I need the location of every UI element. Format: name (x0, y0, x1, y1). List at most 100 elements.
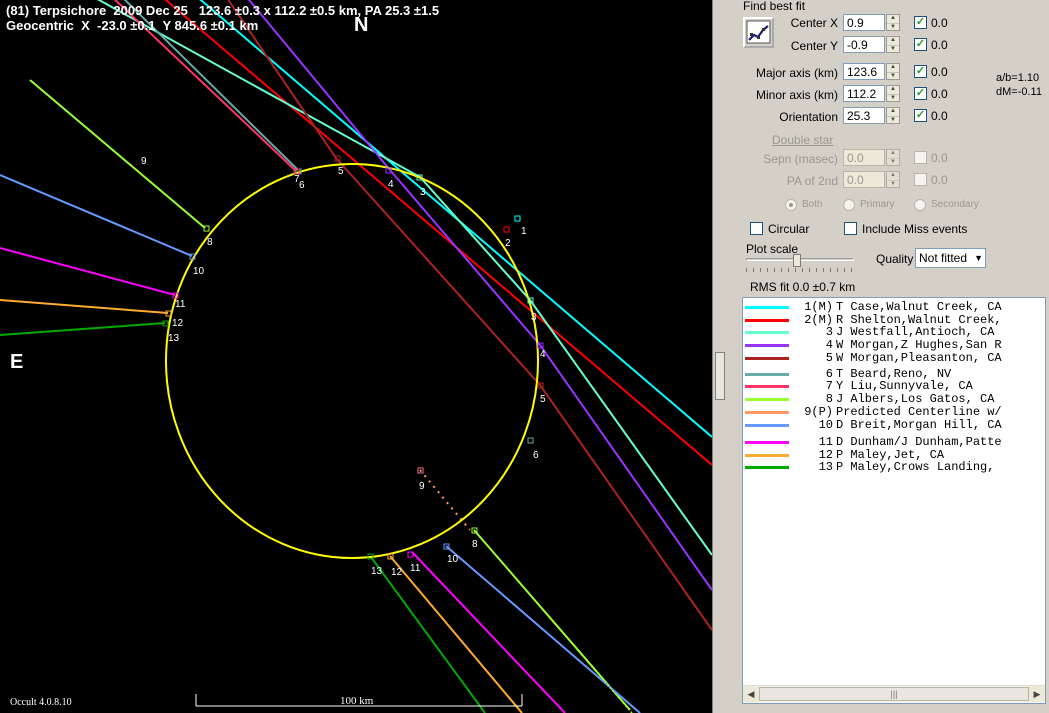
chord-marker-label: 6 (299, 180, 305, 191)
center-x-checkbox[interactable]: ✓ (914, 16, 927, 29)
center-x-input[interactable]: 0.9 (843, 14, 885, 31)
orientation-uncertainty: 0.0 (931, 109, 948, 123)
chord-marker (527, 437, 534, 444)
observer-number: 10 (818, 418, 833, 432)
major-axis-input[interactable]: 123.6 (843, 63, 885, 80)
center-y-spinner[interactable]: ▲ ▼ (886, 36, 900, 53)
scroll-thumb[interactable]: ||| (759, 687, 1029, 701)
observer-number: 8 (825, 392, 833, 406)
observer-row[interactable]: 10 D Breit,Morgan Hill, CA (743, 418, 1045, 432)
spin-down-icon[interactable]: ▼ (887, 181, 899, 189)
chord-marker-label: 2 (505, 238, 511, 249)
version-label: Occult 4.0.8.10 (10, 697, 72, 708)
observer-row[interactable]: 4W Morgan,Z Hughes,San R (743, 338, 1045, 352)
observer-name: P Maley,Crows Landing, (836, 460, 995, 474)
spin-up-icon[interactable]: ▲ (887, 64, 899, 73)
splitter-grip[interactable] (715, 352, 725, 400)
spin-up-icon[interactable]: ▲ (887, 86, 899, 95)
sepn-input[interactable]: 0.0 (843, 149, 885, 166)
chord-marker-label: 8 (472, 539, 478, 550)
observer-color-swatch (745, 373, 789, 376)
radio-secondary[interactable] (914, 199, 926, 211)
chord-marker-label: 8 (207, 237, 213, 248)
chord-marker-label: 11 (410, 563, 421, 574)
major-axis-spinner[interactable]: ▲ ▼ (886, 63, 900, 80)
plot-title: (81) Terpsichore 2009 Dec 25 123.6 ±0.3 … (6, 3, 440, 18)
observer-row[interactable]: 13 P Maley,Crows Landing, (743, 460, 1045, 474)
occultation-plot[interactable]: 1 2 3 4 5 6 7 8 9 10 11 12 13 3 4 5 6 8 10 11 12 13 9 (81) Ter… (0, 0, 712, 713)
observer-row[interactable]: 1(M) T Case,Walnut Creek, CA (743, 300, 1045, 314)
spin-up-icon[interactable]: ▲ (887, 150, 899, 159)
spin-up-icon[interactable]: ▲ (887, 172, 899, 181)
radio-primary[interactable] (843, 199, 855, 211)
radio-primary-label: Primary (860, 199, 895, 210)
chord-line (411, 551, 566, 713)
orientation-spinner[interactable]: ▲ ▼ (886, 107, 900, 124)
fit-panel: Find best fit Center X 0.9 ▲ ▼ ✓ 0.0 Cent… (726, 0, 1049, 713)
circular-checkbox[interactable] (750, 222, 763, 235)
chevron-down-icon[interactable]: ▼ (974, 249, 983, 267)
spin-up-icon[interactable]: ▲ (887, 15, 899, 24)
radio-both[interactable] (785, 199, 797, 211)
chord-line (164, 0, 712, 466)
pa2-checkbox[interactable] (914, 173, 927, 186)
observer-row[interactable]: 7Y Liu,Sunnyvale, CA (743, 380, 1045, 392)
slider-thumb[interactable] (793, 254, 801, 267)
observer-color-swatch (745, 424, 789, 427)
pa2-input[interactable]: 0.0 (843, 171, 885, 188)
center-y-input[interactable]: -0.9 (843, 36, 885, 53)
observer-name: W Morgan,Z Hughes,San R (836, 338, 1002, 352)
observer-row[interactable]: 5W Morgan,Pleasanton, CA (743, 351, 1045, 365)
observer-number: 9(P) (804, 405, 833, 419)
chord-marker-label: 12 (172, 318, 184, 329)
scroll-right-icon[interactable]: ▶ (1029, 686, 1045, 702)
center-y-checkbox[interactable]: ✓ (914, 38, 927, 51)
spin-up-icon[interactable]: ▲ (887, 37, 899, 46)
spin-down-icon[interactable]: ▼ (887, 24, 899, 32)
chord-line (389, 555, 523, 713)
major-axis-checkbox[interactable]: ✓ (914, 65, 927, 78)
spin-down-icon[interactable]: ▼ (887, 73, 899, 81)
observer-number: 1(M) (804, 300, 833, 314)
scale-bar-label: 100 km (340, 695, 374, 707)
chord-marker-label: 4 (388, 179, 394, 190)
pa2-label: PA of 2nd (786, 174, 838, 188)
center-x-spinner[interactable]: ▲ ▼ (886, 14, 900, 31)
orientation-checkbox[interactable]: ✓ (914, 109, 927, 122)
splitter[interactable] (712, 0, 727, 713)
include-miss-checkbox[interactable] (844, 222, 857, 235)
observers-list[interactable]: 1(M) T Case,Walnut Creek, CA 2(M) R Shelton… (742, 297, 1046, 704)
circular-label: Circular (768, 222, 810, 236)
spin-down-icon[interactable]: ▼ (887, 95, 899, 103)
quality-value: Not fitted (919, 251, 968, 265)
observer-row[interactable]: 3J Westfall,Antioch, CA (743, 326, 1045, 338)
observer-row[interactable]: 8J Albers,Los Gatos, CA (743, 392, 1045, 406)
observer-name: D Breit,Morgan Hill, CA (836, 418, 1002, 432)
observer-name: W Morgan,Pleasanton, CA (836, 351, 1002, 365)
sepn-spinner[interactable]: ▲ ▼ (886, 149, 900, 166)
radio-both-label: Both (802, 199, 823, 210)
spin-down-icon[interactable]: ▼ (887, 46, 899, 54)
sepn-checkbox[interactable] (914, 151, 927, 164)
center-y-uncertainty: 0.0 (931, 38, 948, 52)
scroll-left-icon[interactable]: ◀ (743, 686, 759, 702)
horizontal-scrollbar[interactable]: ◀ ||| ▶ (743, 685, 1045, 703)
east-label: E (10, 351, 24, 373)
spin-up-icon[interactable]: ▲ (887, 108, 899, 117)
observer-color-swatch (745, 344, 789, 347)
observer-row[interactable]: 9(P) Predicted Centerline w/ (743, 405, 1045, 419)
spin-down-icon[interactable]: ▼ (887, 159, 899, 167)
minor-axis-checkbox[interactable]: ✓ (914, 87, 927, 100)
observer-row[interactable]: 11 D Dunham/J Dunham,Patte (743, 436, 1045, 448)
minor-axis-input[interactable]: 112.2 (843, 85, 885, 102)
observer-number: 13 (818, 460, 833, 474)
spin-down-icon[interactable]: ▼ (887, 117, 899, 125)
orientation-input[interactable]: 25.3 (843, 107, 885, 124)
plot-scale-slider[interactable] (746, 254, 854, 278)
minor-axis-uncertainty: 0.0 (931, 87, 948, 101)
minor-axis-spinner[interactable]: ▲ ▼ (886, 85, 900, 102)
pa2-spinner[interactable]: ▲ ▼ (886, 171, 900, 188)
pa2-uncertainty: 0.0 (931, 173, 948, 187)
quality-dropdown[interactable]: Not fitted ▼ (915, 248, 986, 268)
chord-marker-label: 1 (521, 226, 527, 237)
